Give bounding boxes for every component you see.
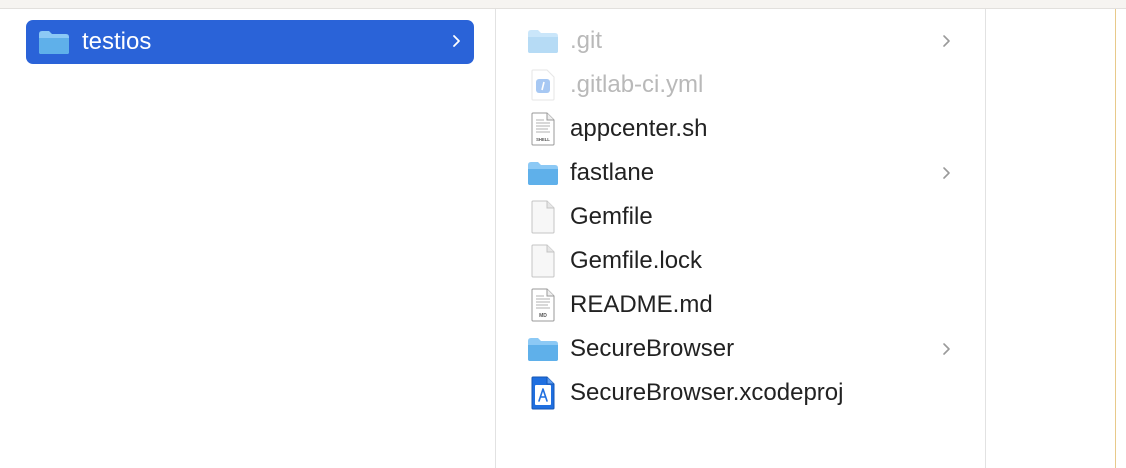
- file-row-gemfile[interactable]: Gemfile: [526, 197, 966, 237]
- file-row-gitlab-ci[interactable]: .gitlab-ci.yml: [526, 65, 966, 105]
- file-name: fastlane: [570, 159, 655, 186]
- chevron-right-icon: [452, 31, 462, 56]
- file-row-appcenter-sh[interactable]: SHELL appcenter.sh: [526, 109, 966, 149]
- window-top-bar: [0, 0, 1126, 9]
- chevron-right-icon: [942, 163, 952, 188]
- file-row-xcodeproj[interactable]: SecureBrowser.xcodeproj: [526, 373, 966, 413]
- md-badge: MD: [539, 313, 547, 319]
- xcode-project-icon: [526, 376, 560, 410]
- file-row-readme[interactable]: MD README.md: [526, 285, 966, 325]
- file-name: .git: [570, 27, 603, 54]
- file-row-fastlane[interactable]: fastlane: [526, 153, 966, 193]
- folder-icon: [526, 156, 560, 190]
- file-name: SecureBrowser: [570, 335, 735, 362]
- document-icon: [526, 244, 560, 278]
- shell-badge: SHELL: [536, 137, 550, 142]
- file-name: SecureBrowser.xcodeproj: [570, 379, 844, 406]
- file-name: appcenter.sh: [570, 115, 708, 142]
- folder-name: testios: [82, 28, 152, 55]
- file-row-git[interactable]: .git: [526, 21, 966, 61]
- window-edge: [1115, 9, 1116, 468]
- document-icon: [526, 200, 560, 234]
- column-view-right[interactable]: [986, 9, 1115, 468]
- chevron-right-icon: [942, 339, 952, 364]
- file-name: .gitlab-ci.yml: [570, 71, 704, 98]
- markdown-file-icon: MD: [526, 288, 560, 322]
- file-row-gemfile-lock[interactable]: Gemfile.lock: [526, 241, 966, 281]
- file-name: Gemfile: [570, 203, 653, 230]
- column-view-left[interactable]: testios: [0, 9, 496, 468]
- folder-icon: [38, 29, 70, 55]
- file-row-securebrowser[interactable]: SecureBrowser: [526, 329, 966, 369]
- folder-icon: [526, 24, 560, 58]
- chevron-right-icon: [942, 31, 952, 56]
- shell-script-icon: SHELL: [526, 112, 560, 146]
- folder-row-testios[interactable]: testios: [26, 20, 474, 64]
- folder-icon: [526, 332, 560, 366]
- yml-file-icon: [526, 68, 560, 102]
- file-name: README.md: [570, 291, 713, 318]
- file-name: Gemfile.lock: [570, 247, 703, 274]
